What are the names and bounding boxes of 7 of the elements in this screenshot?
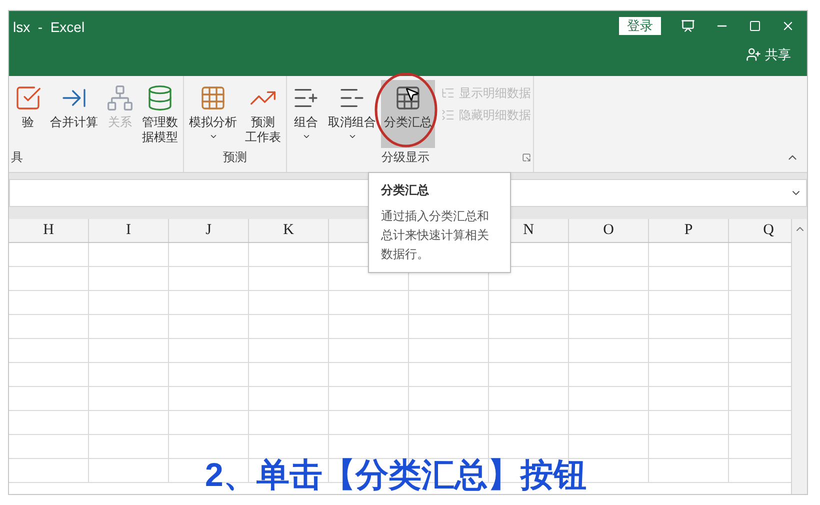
- tooltip-text: 通过插入分类汇总和总计来快速计算相关数据行。: [381, 208, 490, 263]
- group-label: 预测: [223, 149, 247, 166]
- group-label: 具: [11, 149, 23, 166]
- group-label: 分级显示: [382, 149, 430, 166]
- tooltip-title: 分类汇总: [381, 182, 430, 199]
- window-title: lsx - Excel: [13, 18, 85, 37]
- caption: 2、单击【分类汇总】按钮: [205, 455, 586, 495]
